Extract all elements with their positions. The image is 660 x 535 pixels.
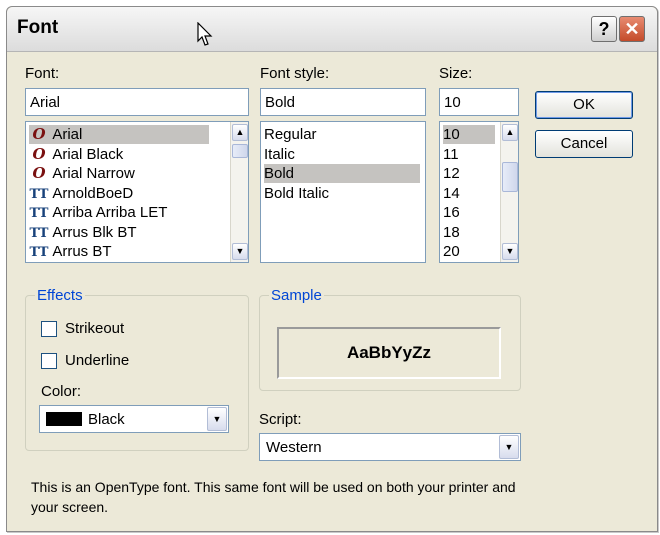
font-dialog: Font ? ✕ Font: Arial TT Arrus BT TT Arrus…	[6, 6, 658, 532]
font-list-item[interactable]: O Arial Narrow	[29, 164, 209, 183]
font-style-item[interactable]: Bold	[264, 164, 420, 183]
font-list-scrollbar[interactable]: ▲ ▼	[230, 122, 248, 262]
strikeout-label[interactable]: Strikeout	[65, 320, 124, 337]
font-style-field[interactable]: Bold	[260, 88, 426, 116]
help-button[interactable]: ?	[591, 16, 617, 42]
font-list-item-label: Arriba Arriba LET	[49, 204, 168, 221]
effects-label: Effects	[35, 287, 85, 304]
size-list-scrollbar[interactable]: ▲ ▼	[500, 122, 518, 262]
cancel-button[interactable]: Cancel	[535, 130, 633, 158]
font-style-label: Font style:	[260, 65, 330, 82]
chevron-down-icon[interactable]: ▼	[207, 407, 227, 431]
size-field[interactable]: 10	[439, 88, 519, 116]
sample-preview: AaBbYyZz	[277, 327, 501, 379]
font-style-item[interactable]: Bold Italic	[264, 184, 420, 203]
font-list-item[interactable]: TT Arrus BT	[29, 242, 209, 261]
size-item[interactable]: 14	[443, 184, 495, 203]
font-list-item-label: ArnoldBoeD	[49, 184, 134, 202]
underline-label[interactable]: Underline	[65, 352, 129, 369]
size-item[interactable]: 16	[443, 203, 495, 222]
font-list-item-label: Arial	[49, 126, 83, 143]
font-list-item-label: Arrus BT	[49, 243, 112, 260]
script-value: Western	[266, 439, 322, 456]
font-style-list[interactable]: Regular Italic Bold Bold Italic	[260, 121, 426, 263]
color-value: Black	[88, 411, 125, 428]
scroll-down-icon[interactable]: ▼	[232, 243, 248, 260]
window-title: Font	[17, 17, 59, 38]
sample-label: Sample	[269, 287, 324, 304]
size-item[interactable]: 10	[443, 125, 495, 144]
truetype-icon: TT	[29, 245, 49, 260]
font-list-item[interactable]: TT ArnoldBoeD	[29, 184, 209, 203]
font-list[interactable]: TT Arrus BT TT Arrus Blk BT TT Arriba Arri…	[25, 121, 249, 263]
size-item[interactable]: 11	[443, 145, 495, 164]
color-swatch	[46, 412, 82, 426]
opentype-icon: O	[32, 125, 46, 143]
font-list-item[interactable]: O Arial Black	[29, 145, 209, 164]
strikeout-checkbox[interactable]	[41, 321, 57, 337]
opentype-icon: O	[32, 144, 46, 163]
font-info-text: This is an OpenType font. This same font…	[31, 479, 516, 515]
font-list-item-label: Arial Narrow	[49, 165, 135, 182]
size-item[interactable]: 12	[443, 164, 495, 183]
scroll-up-icon[interactable]: ▲	[502, 124, 518, 141]
font-list-item-label: Arial Black	[49, 145, 124, 163]
title-bar[interactable]: Font ? ✕	[7, 7, 657, 52]
color-select[interactable]: Black ▼	[39, 405, 229, 433]
font-name-field[interactable]: Arial	[25, 88, 249, 116]
font-list-item-label: Arrus Blk BT	[49, 223, 137, 241]
size-label: Size:	[439, 65, 473, 82]
script-label: Script:	[259, 411, 302, 428]
truetype-icon: TT	[29, 186, 49, 202]
mouse-pointer-icon	[197, 22, 213, 46]
scroll-thumb[interactable]	[232, 144, 248, 158]
scroll-thumb[interactable]	[502, 162, 518, 192]
font-style-item[interactable]: Italic	[264, 145, 420, 164]
scroll-up-icon[interactable]: ▲	[232, 124, 248, 141]
close-button[interactable]: ✕	[619, 16, 645, 42]
opentype-icon: O	[32, 164, 46, 182]
script-select[interactable]: Western ▼	[259, 433, 521, 461]
truetype-icon: TT	[29, 225, 49, 241]
font-list-item[interactable]: O Arial	[29, 125, 209, 144]
size-item[interactable]: 18	[443, 223, 495, 242]
font-list-item[interactable]: TT Arriba Arriba LET	[29, 203, 209, 222]
size-list[interactable]: 20 18 16 14 12 11 10 ▲ ▼	[439, 121, 519, 263]
scroll-down-icon[interactable]: ▼	[502, 243, 518, 260]
chevron-down-icon[interactable]: ▼	[499, 435, 519, 459]
underline-checkbox[interactable]	[41, 353, 57, 369]
size-item[interactable]: 20	[443, 242, 495, 261]
font-style-item[interactable]: Regular	[264, 125, 420, 144]
ok-button[interactable]: OK	[535, 91, 633, 119]
color-label: Color:	[41, 383, 82, 400]
font-label: Font:	[25, 65, 60, 82]
font-list-item[interactable]: TT Arrus Blk BT	[29, 223, 209, 242]
truetype-icon: TT	[29, 206, 49, 221]
